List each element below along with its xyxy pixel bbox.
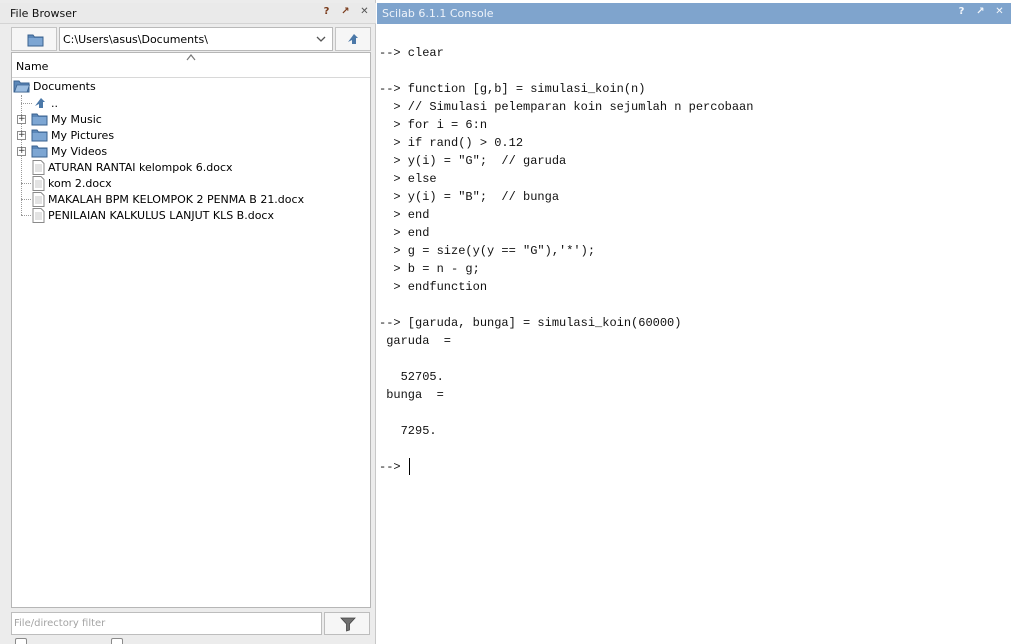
name-column-header[interactable]: Name	[12, 53, 370, 78]
filter-funnel-icon	[340, 617, 356, 632]
path-bar: C:\Users\asus\Documents\	[11, 27, 371, 51]
console-panel: Scilab 6.1.1 Console ? ↗ ✕ --> clear -->…	[377, 0, 1011, 644]
console-line: > if rand() > 0.12	[379, 136, 524, 150]
console-title: Scilab 6.1.1 Console	[382, 7, 494, 20]
tree-item-file[interactable]: ATURAN RANTAI kelompok 6.docx	[32, 159, 233, 175]
tree-item-my-pictures[interactable]: + My Pictures	[17, 127, 114, 143]
up-arrow-icon	[348, 34, 358, 44]
help-icon[interactable]: ?	[956, 6, 967, 18]
console-line: > for i = 6:n	[379, 118, 488, 132]
console-line: > y(i) = "B"; // bunga	[379, 190, 560, 204]
path-text: C:\Users\asus\Documents\	[63, 33, 208, 46]
tree-item-my-music[interactable]: + My Music	[17, 111, 102, 127]
document-file-icon	[32, 175, 45, 191]
tree-item-label: My Music	[51, 112, 102, 126]
chevron-down-icon[interactable]	[316, 34, 326, 44]
tree-item-label: My Videos	[51, 144, 108, 158]
tree-root-documents[interactable]: Documents	[13, 78, 96, 94]
document-file-icon	[32, 159, 45, 175]
folder-open-icon	[13, 80, 30, 93]
tree-item-label: PENILAIAN KALKULUS LANJUT KLS B.docx	[48, 208, 274, 222]
console-line: > end	[379, 208, 430, 222]
apply-filter-button[interactable]	[324, 612, 370, 635]
folder-icon	[31, 113, 48, 126]
browse-folder-button[interactable]	[11, 27, 57, 51]
folder-icon	[31, 129, 48, 142]
console-line: garuda =	[379, 334, 452, 348]
path-combo[interactable]: C:\Users\asus\Documents\	[59, 27, 333, 51]
text-caret	[409, 458, 410, 475]
tree-item-label: My Pictures	[51, 128, 115, 142]
console-line: > // Simulasi pelemparan koin sejumlah n…	[379, 100, 754, 114]
document-file-icon	[32, 207, 45, 223]
file-browser-title: File Browser	[10, 7, 77, 20]
expand-icon[interactable]: +	[17, 146, 26, 156]
console-line: > b = n - g;	[379, 262, 480, 276]
tree-connector-line	[21, 183, 31, 184]
console-line: --> function [g,b] = simulasi_koin(n)	[379, 82, 646, 96]
console-line: bunga =	[379, 388, 444, 402]
file-filter-field[interactable]	[11, 612, 322, 635]
folder-icon	[27, 34, 44, 47]
document-file-icon	[32, 191, 45, 207]
tree-item-label: ATURAN RANTAI kelompok 6.docx	[48, 160, 233, 174]
tree-item-label: kom 2.docx	[48, 176, 112, 190]
help-icon[interactable]: ?	[321, 6, 332, 18]
tree-item-label: Documents	[33, 79, 96, 93]
console-line: > else	[379, 172, 437, 186]
go-parent-button[interactable]	[335, 27, 371, 51]
expand-icon[interactable]: +	[17, 130, 26, 140]
console-line: --> clear	[379, 46, 444, 60]
tree-item-file[interactable]: kom 2.docx	[32, 175, 112, 191]
tree-item-my-videos[interactable]: + My Videos	[17, 143, 107, 159]
console-line: 52705.	[379, 370, 444, 384]
tree-item-label: ..	[51, 96, 58, 110]
file-browser-titlebar: File Browser ? ↗ ✕	[0, 3, 376, 24]
tree-item-parent[interactable]: ..	[34, 95, 58, 111]
undock-icon[interactable]: ↗	[340, 6, 351, 18]
console-line: > g = size(y(y == "G"),'*');	[379, 244, 596, 258]
tree-item-file[interactable]: PENILAIAN KALKULUS LANJUT KLS B.docx	[32, 207, 274, 223]
console-line: > y(i) = "G"; // garuda	[379, 154, 567, 168]
close-icon[interactable]: ✕	[359, 6, 370, 18]
file-tree[interactable]: Name Documents .. + My Music + My Pictur…	[11, 52, 371, 608]
console-prompt[interactable]: -->	[379, 458, 408, 476]
up-arrow-icon	[35, 98, 45, 108]
console-line: --> [garuda, bunga] = simulasi_koin(6000…	[379, 316, 682, 330]
filter-option-checkbox[interactable]	[111, 638, 123, 644]
file-browser-panel: File Browser ? ↗ ✕ C:\Users\asus\Documen…	[0, 0, 376, 644]
sort-ascending-icon	[186, 54, 196, 61]
console-line: > endfunction	[379, 280, 488, 294]
tree-connector-line	[21, 199, 31, 200]
file-filter-input[interactable]	[12, 613, 321, 634]
console-titlebar: Scilab 6.1.1 Console ? ↗ ✕	[377, 3, 1011, 24]
folder-icon	[31, 145, 48, 158]
close-icon[interactable]: ✕	[994, 6, 1005, 18]
console-line: > end	[379, 226, 430, 240]
console-line: 7295.	[379, 424, 437, 438]
undock-icon[interactable]: ↗	[975, 6, 986, 18]
tree-item-file[interactable]: MAKALAH BPM KELOMPOK 2 PENMA B 21.docx	[32, 191, 304, 207]
tree-connector-line	[21, 103, 32, 104]
tree-connector-line	[21, 215, 31, 216]
console-output[interactable]: --> clear --> function [g,b] = simulasi_…	[377, 38, 1011, 638]
tree-item-label: MAKALAH BPM KELOMPOK 2 PENMA B 21.docx	[48, 192, 305, 206]
expand-icon[interactable]: +	[17, 114, 26, 124]
name-column-label: Name	[16, 60, 49, 73]
filter-option-checkbox[interactable]	[15, 638, 27, 644]
